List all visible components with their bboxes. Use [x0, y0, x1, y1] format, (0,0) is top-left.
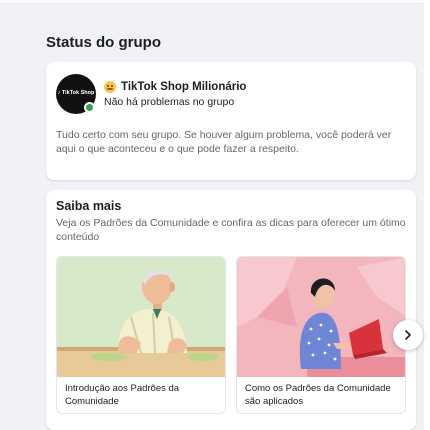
chevron-right-icon — [405, 330, 411, 340]
group-name[interactable]: TikTok Shop Milionário — [121, 81, 246, 93]
carousel-next-button[interactable] — [393, 320, 423, 350]
right-panel-edge — [424, 0, 430, 430]
tile-caption: Introdução aos Padrões da Comunidade — [65, 383, 180, 407]
learn-more-description: Veja os Padrões da Comunidade e confira … — [56, 217, 406, 243]
status-description: Tudo certo com seu grupo. Se houver algu… — [56, 129, 392, 155]
tile-caption: Como os Padrões da Comunidade são aplica… — [245, 383, 391, 407]
tile-community-standards-enforcement[interactable]: Como os Padrões da Comunidade são aplica… — [236, 256, 406, 414]
top-bar — [0, 0, 430, 4]
learn-more-title: Saiba mais — [56, 199, 122, 213]
section-title: Status do grupo — [46, 34, 161, 51]
elderly-man-illustration — [57, 257, 225, 377]
group-name-row: TikTok Shop Milionário — [104, 81, 246, 93]
group-status-card: ♪ TikTok Shop TikTok Shop Milionário Não… — [46, 62, 416, 180]
group-status-text: Não há problemas no grupo — [104, 96, 235, 108]
money-face-icon — [104, 81, 116, 93]
avatar-text: ♪ TikTok Shop — [57, 90, 95, 97]
woman-laptop-illustration — [237, 257, 405, 377]
learn-more-card: Saiba mais Veja os Padrões da Comunidade… — [46, 190, 416, 430]
tile-community-standards-intro[interactable]: Introdução aos Padrões da Comunidade — [56, 256, 226, 414]
online-status-dot — [84, 102, 95, 113]
